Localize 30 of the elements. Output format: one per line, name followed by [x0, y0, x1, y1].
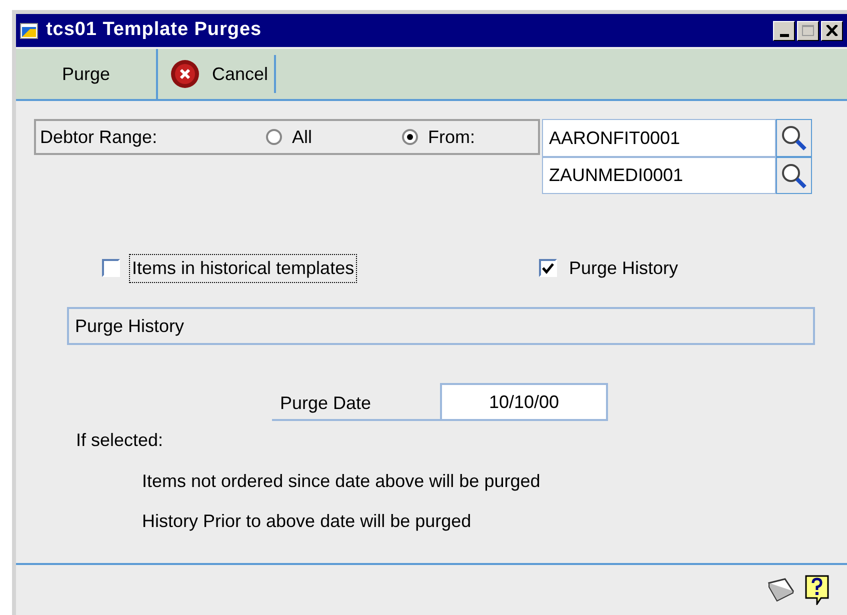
from-field[interactable]: AARONFIT0001 — [542, 119, 776, 157]
debtor-range-label: Debtor Range: — [40, 126, 158, 149]
window-icon — [20, 22, 38, 38]
search-button[interactable] — [776, 119, 812, 157]
maximize-button[interactable] — [797, 20, 819, 40]
cancel-icon — [170, 59, 200, 89]
minimize-button[interactable] — [773, 20, 795, 40]
close-button[interactable] — [821, 20, 843, 40]
to-field[interactable]: ZAUNMEDI0001 — [542, 157, 776, 194]
note-icon[interactable] — [765, 577, 795, 603]
checkbox[interactable] — [539, 259, 557, 277]
close-icon — [826, 25, 838, 36]
checkbox[interactable] — [102, 259, 120, 277]
section-header: Purge History — [67, 307, 815, 345]
radio-button[interactable] — [266, 129, 282, 145]
search-button[interactable] — [776, 157, 812, 194]
cancel-button[interactable]: Cancel — [158, 55, 276, 93]
note-text: Items not ordered since date above will be purged — [142, 470, 542, 493]
help-icon[interactable] — [805, 575, 829, 605]
search-icon — [780, 124, 808, 152]
note-text: History Prior to above date will be purged — [142, 510, 472, 533]
radio-label: All — [292, 126, 312, 148]
search-icon — [780, 162, 808, 190]
purge-date-field[interactable]: 10/10/00 — [440, 383, 608, 421]
radio-button[interactable] — [402, 129, 418, 145]
radio-label: From: — [428, 126, 475, 148]
checkbox-label: Purge History — [568, 256, 680, 280]
checkbox-label: Items in historical templates — [130, 254, 356, 282]
window-title: tcs01 Template Purges — [46, 18, 262, 42]
notes-heading: If selected: — [76, 429, 164, 452]
